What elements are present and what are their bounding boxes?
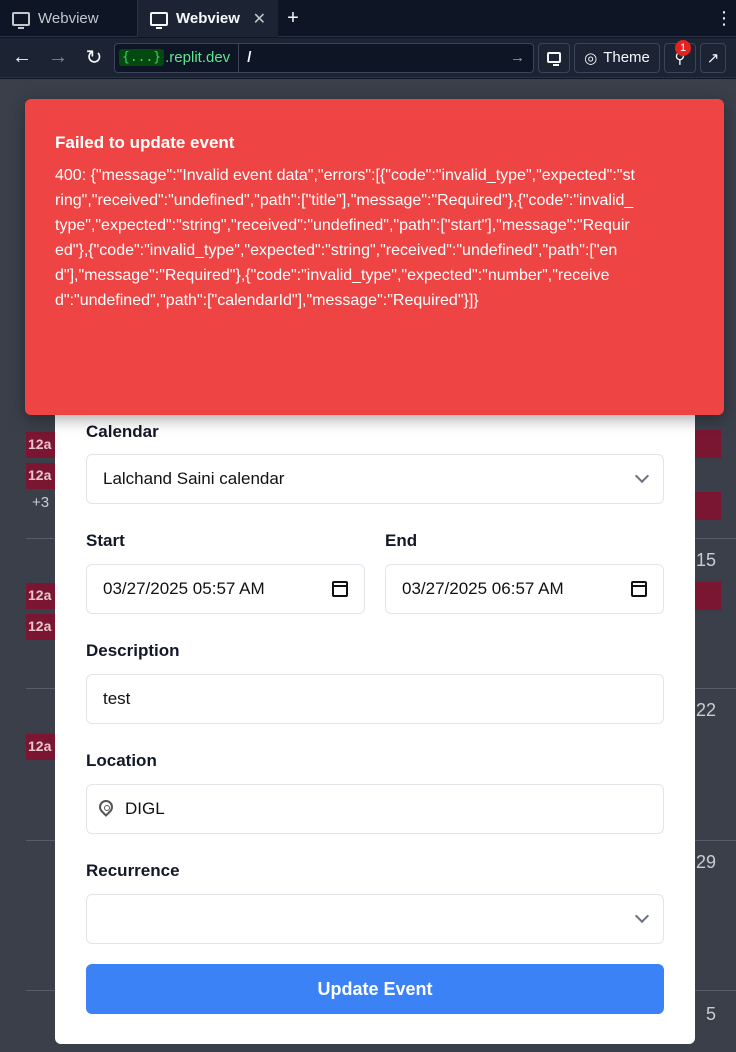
calendar-event[interactable]: 12a bbox=[26, 463, 56, 489]
notification-badge: 1 bbox=[675, 39, 691, 56]
calendar-event[interactable]: 12a bbox=[26, 432, 56, 458]
calendar-label: Calendar bbox=[86, 422, 159, 441]
back-arrow-icon[interactable]: ← bbox=[6, 42, 38, 74]
reload-icon[interactable]: ↻ bbox=[78, 42, 110, 74]
devtools-button[interactable] bbox=[538, 42, 570, 73]
calendar-picker-icon[interactable] bbox=[631, 581, 647, 597]
close-icon[interactable]: ✕ bbox=[253, 9, 266, 29]
tab-bar: Webview Webview ✕ + ⋮ bbox=[0, 0, 736, 37]
calendar-event[interactable]: 12a bbox=[26, 583, 56, 609]
end-datetime-input[interactable]: 03/27/2025 06:57 AM bbox=[385, 564, 664, 614]
open-external-button[interactable]: ↗ bbox=[700, 42, 726, 73]
calendar-select[interactable]: Lalchand Saini calendar bbox=[86, 454, 664, 504]
calendar-gridline bbox=[26, 840, 56, 841]
calendar-gridline bbox=[695, 840, 736, 841]
toast-message: 400: {"message":"Invalid event data","er… bbox=[55, 167, 635, 309]
calendar-select-value: Lalchand Saini calendar bbox=[103, 469, 285, 488]
navigation-bar: ← → ↻ {...} .replit.dev / → ◎ Theme ⚲ 1 … bbox=[0, 38, 736, 78]
palette-icon: ◎ bbox=[584, 49, 598, 67]
calendar-gridline bbox=[26, 538, 56, 539]
theme-label: Theme bbox=[603, 49, 650, 66]
toast-title: Failed to update event bbox=[55, 133, 235, 152]
calendar-gridline bbox=[695, 688, 736, 689]
description-input[interactable]: test bbox=[86, 674, 664, 724]
calendar-picker-icon[interactable] bbox=[332, 581, 348, 597]
calendar-gridline bbox=[695, 538, 736, 539]
location-value: DIGL bbox=[125, 799, 165, 818]
calendar-day-number: 15 bbox=[696, 550, 717, 570]
calendar-gridline bbox=[695, 990, 736, 991]
url-divider bbox=[238, 42, 240, 73]
external-link-icon: ↗ bbox=[706, 49, 720, 67]
description-value: test bbox=[103, 689, 131, 708]
map-pin-icon bbox=[99, 800, 113, 818]
calendar-gridline bbox=[26, 990, 56, 991]
description-label: Description bbox=[86, 641, 180, 660]
url-bar[interactable]: {...} .replit.dev / → bbox=[114, 42, 534, 73]
tab-label: Webview bbox=[176, 10, 240, 27]
go-arrow-icon[interactable]: → bbox=[510, 49, 525, 66]
url-host: .replit.dev bbox=[165, 49, 231, 66]
recurrence-select[interactable] bbox=[86, 894, 664, 944]
theme-button[interactable]: ◎ Theme bbox=[574, 42, 660, 73]
chevron-down-icon bbox=[634, 908, 650, 924]
url-badge: {...} bbox=[119, 49, 165, 66]
calendar-day-number: 22 bbox=[696, 700, 717, 720]
start-label: Start bbox=[86, 531, 125, 550]
start-datetime-input[interactable]: 03/27/2025 05:57 AM bbox=[86, 564, 365, 614]
chevron-down-icon bbox=[634, 468, 650, 484]
error-toast: Failed to update event 400: {"message":"… bbox=[25, 99, 724, 415]
more-events-link[interactable]: +3 bbox=[32, 494, 49, 511]
calendar-day-number: 5 bbox=[706, 1004, 717, 1024]
tab-webview-1[interactable]: Webview bbox=[0, 0, 138, 37]
update-event-button[interactable]: Update Event bbox=[86, 964, 664, 1014]
edit-event-dialog: Calendar Lalchand Saini calendar Start 0… bbox=[55, 410, 695, 1044]
add-tab-icon[interactable]: + bbox=[278, 0, 308, 36]
end-label: End bbox=[385, 531, 418, 550]
forward-arrow-icon[interactable]: → bbox=[42, 42, 74, 74]
tab-label: Webview bbox=[38, 10, 99, 27]
start-datetime-value: 03/27/2025 05:57 AM bbox=[103, 579, 265, 598]
calendar-day-number: 29 bbox=[696, 852, 717, 872]
url-path-input[interactable]: / bbox=[247, 49, 510, 66]
calendar-event[interactable] bbox=[695, 582, 721, 610]
monitor-icon bbox=[150, 11, 168, 29]
calendar-event[interactable] bbox=[695, 430, 721, 458]
calendar-event[interactable] bbox=[695, 492, 721, 520]
tools-button[interactable]: ⚲ 1 bbox=[664, 39, 696, 73]
monitor-icon bbox=[547, 52, 561, 66]
more-vertical-icon[interactable]: ⋮ bbox=[712, 0, 736, 36]
end-datetime-value: 03/27/2025 06:57 AM bbox=[402, 579, 564, 598]
calendar-gridline bbox=[26, 688, 56, 689]
calendar-event[interactable]: 12a bbox=[26, 614, 56, 640]
location-label: Location bbox=[86, 751, 157, 770]
tab-webview-2[interactable]: Webview ✕ bbox=[138, 0, 278, 37]
recurrence-label: Recurrence bbox=[86, 861, 180, 880]
calendar-event[interactable]: 12a bbox=[26, 734, 56, 760]
location-input[interactable]: DIGL bbox=[86, 784, 664, 834]
monitor-icon bbox=[12, 11, 30, 29]
